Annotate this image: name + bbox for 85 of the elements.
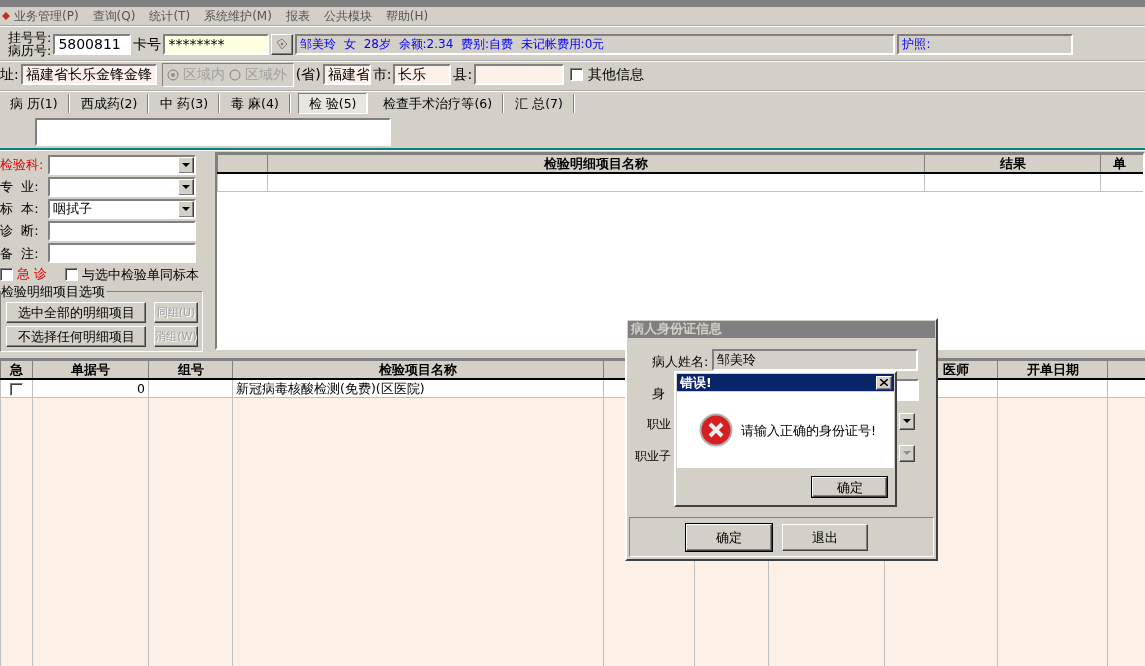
button[interactable]: 退出: [782, 524, 868, 551]
group-title: 检验明细项目选项: [1, 284, 107, 300]
city-field[interactable]: 长乐: [393, 64, 452, 85]
field-label: 市:: [372, 66, 392, 83]
card-number-field[interactable]: ********: [163, 33, 270, 55]
ok-button[interactable]: 确定: [812, 477, 887, 497]
checkbox-label: 其他信息: [588, 66, 645, 83]
dropdown-field[interactable]: [48, 177, 196, 198]
checkbox[interactable]: [570, 68, 584, 81]
field-label: 身: [652, 386, 665, 402]
checkbox-label: 急 诊: [17, 266, 48, 282]
caret-icon: [182, 184, 190, 190]
checkbox[interactable]: [10, 382, 23, 396]
column-header: 结果: [924, 154, 1101, 173]
caret-icon: [182, 162, 190, 168]
caret-icon: [903, 419, 911, 424]
checkbox-label: 与选中检验单同标本: [82, 266, 200, 282]
menu-item[interactable]: 统计(T): [149, 8, 191, 24]
menu-item[interactable]: 报表: [285, 8, 310, 24]
tab[interactable]: 西成药(2): [70, 93, 149, 113]
field-label: 挂号号:: [8, 31, 52, 44]
close-icon: [880, 379, 888, 386]
field-label: 备 注:: [0, 245, 40, 262]
record-number-field[interactable]: 5800811: [53, 33, 132, 55]
caret-icon: [182, 206, 190, 212]
dropdown-button[interactable]: [899, 445, 915, 462]
checkbox[interactable]: [0, 267, 13, 281]
field-label: 卡号: [133, 35, 162, 53]
tab[interactable]: 汇 总(7): [505, 93, 574, 113]
tab[interactable]: 病 历(1): [0, 93, 69, 113]
address-field[interactable]: 福建省长乐金锋金锋: [20, 64, 157, 85]
column-header: 急: [0, 360, 33, 379]
field-label: 址:: [0, 66, 19, 83]
tab[interactable]: 中 药(3): [150, 93, 220, 113]
input-field[interactable]: [48, 221, 196, 242]
menu-item[interactable]: 业务管理(P): [14, 8, 79, 24]
dropdown-field[interactable]: [48, 155, 196, 176]
field-label: 专 业:: [0, 179, 40, 195]
field-label: 病历号:: [8, 44, 52, 57]
input-field[interactable]: [48, 243, 196, 264]
menu-item[interactable]: 帮助(H): [385, 8, 429, 24]
column-header: 单据号: [32, 360, 149, 379]
menu-item[interactable]: 查询(Q): [92, 8, 136, 24]
error-icon: [699, 413, 733, 447]
passport-panel: 护照:: [897, 33, 1074, 55]
column-header: 检验明细项目名称: [267, 154, 925, 173]
field-label: 职业子: [635, 449, 671, 464]
tab[interactable]: 毒 麻(4): [221, 93, 290, 113]
tab[interactable]: 检查手术治疗等(6): [373, 93, 504, 113]
field-label: 标 本:: [0, 201, 40, 217]
dropdown-field[interactable]: 咽拭子: [48, 199, 196, 220]
field-label: 诊 断:: [0, 223, 40, 240]
dropdown-button[interactable]: [899, 413, 915, 430]
tag-icon: [275, 38, 290, 50]
field-label: 检验科:: [0, 157, 45, 173]
name-field: 邹美玲: [712, 349, 918, 371]
menu-item[interactable]: 系统维护(M): [204, 8, 272, 24]
close-button[interactable]: [876, 375, 892, 390]
column-header: 单: [1100, 154, 1143, 173]
button[interactable]: 不选择任何明细项目: [6, 326, 146, 347]
field-label: 职业: [647, 417, 671, 432]
county-field[interactable]: [474, 64, 565, 85]
field-label: (省): [295, 66, 321, 83]
column-header: 组号: [148, 360, 233, 379]
app-icon: [2, 12, 10, 20]
dialog-title: 病人身份证信息: [628, 321, 935, 338]
dialog-title: 错误!: [680, 375, 712, 390]
caret-icon: [903, 451, 911, 456]
menu-item[interactable]: 公共模块: [323, 8, 372, 24]
patient-info-panel: 邹美玲 女 28岁 余额:2.34 费别:自费 未记帐费用:0元: [295, 33, 896, 55]
province-field[interactable]: 福建省: [322, 64, 371, 85]
field-label: 病人姓名:: [652, 354, 709, 370]
card-reader-button[interactable]: [271, 33, 294, 55]
button[interactable]: 确定: [686, 524, 772, 551]
field-label: 县:: [453, 66, 473, 83]
column-header: 检验项目名称: [232, 360, 604, 379]
button[interactable]: 选中全部的明细项目: [6, 302, 146, 323]
tab[interactable]: 检 验(5): [297, 92, 368, 114]
checkbox[interactable]: [65, 267, 79, 281]
dropdown-button[interactable]: [178, 201, 194, 218]
error-message: 请输入正确的身份证号!: [741, 422, 876, 438]
column-header: 开单日期: [997, 360, 1108, 379]
text-input[interactable]: [35, 118, 391, 146]
dropdown-button[interactable]: [178, 157, 194, 174]
dropdown-button[interactable]: [178, 179, 194, 196]
